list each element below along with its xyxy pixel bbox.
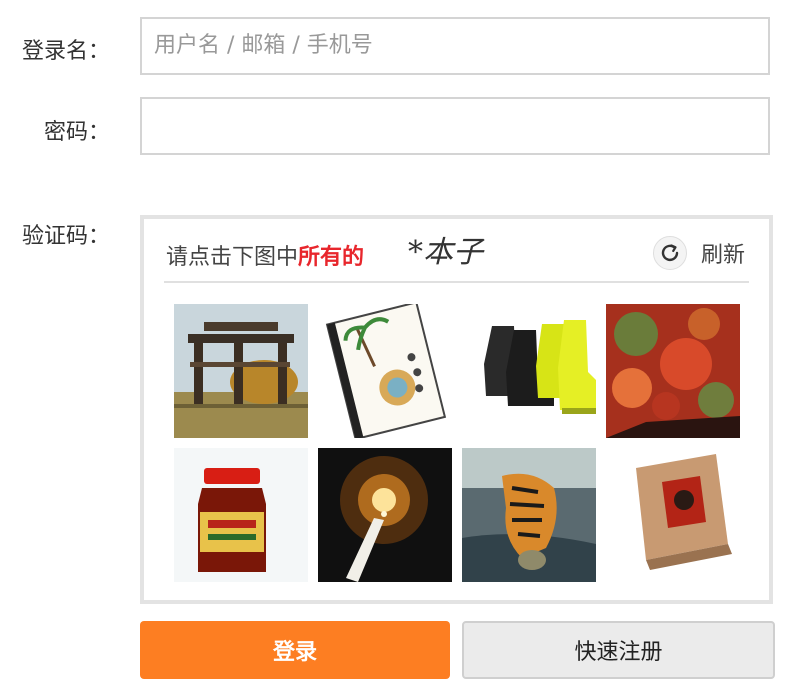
- captcha-prompt-prefix: 请点击下图中: [166, 245, 299, 270]
- captcha-prompt: 请点击下图中所有的: [166, 239, 364, 271]
- quick-register-button[interactable]: 快速注册: [462, 621, 775, 679]
- password-label: 密码：: [43, 120, 110, 145]
- password-input[interactable]: [140, 97, 770, 155]
- captcha-target-glyph: *本子: [408, 235, 483, 270]
- refresh-icon[interactable]: [652, 236, 687, 270]
- captcha-image-tiger[interactable]: [462, 448, 596, 582]
- username-input[interactable]: 用户名 / 邮箱 / 手机号: [140, 17, 770, 75]
- captcha-image-candle[interactable]: [318, 448, 452, 582]
- captcha-image-red-foliage[interactable]: [606, 304, 740, 438]
- captcha-image-rain-boots[interactable]: [462, 304, 596, 438]
- captcha-header: 请点击下图中所有的 *本子 刷新: [164, 225, 749, 283]
- login-button[interactable]: 登录: [140, 621, 450, 679]
- refresh-label[interactable]: 刷新: [701, 237, 745, 269]
- captcha-image-sauce-jar[interactable]: [174, 448, 308, 582]
- captcha-panel: 请点击下图中所有的 *本子 刷新: [140, 215, 773, 604]
- refresh-button[interactable]: 刷新: [652, 235, 745, 271]
- captcha-label: 验证码：: [21, 224, 110, 249]
- captcha-image-notebook-palm-shell[interactable]: [318, 304, 452, 438]
- captcha-prompt-keyword: 所有的: [298, 245, 365, 270]
- username-label: 登录名：: [21, 39, 110, 64]
- captcha-image-pailou-gate[interactable]: [174, 304, 308, 438]
- captcha-image-pizza-box[interactable]: [606, 448, 740, 582]
